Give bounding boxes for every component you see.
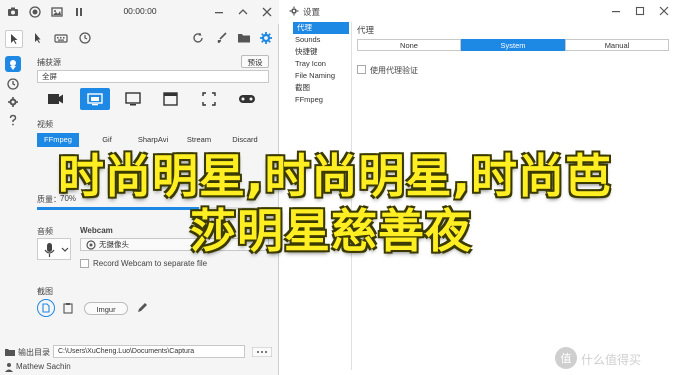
proxy-option-system[interactable]: System — [461, 39, 565, 51]
minimize-icon[interactable] — [212, 5, 226, 19]
watermark: 值 什么值得买 — [555, 343, 677, 373]
proxy-auth-label: 使用代理验证 — [370, 66, 418, 75]
pause-icon[interactable] — [72, 5, 86, 19]
region-source-button[interactable] — [194, 88, 224, 110]
webcam-source-button[interactable] — [40, 88, 70, 110]
overlay-banner: 时尚明星,时尚明星,时尚芭 莎明星慈善夜 — [58, 140, 620, 260]
watermark-text: 什么值得买 — [581, 353, 642, 367]
clipboard-icon[interactable] — [60, 300, 76, 316]
proxy-auth-checkbox[interactable] — [357, 65, 366, 74]
settings-title-bar: 设置 — [287, 0, 680, 22]
nav-item-tray-icon[interactable]: Tray Icon — [295, 58, 326, 70]
author-name[interactable]: Mathew Sachin — [16, 362, 71, 371]
timer-display: 00:00:00 — [123, 6, 157, 16]
keyboard-icon[interactable] — [53, 30, 69, 46]
status-bar: 输出目录 C:\Users\XuCheng.Luo\Documents\Capt… — [0, 343, 279, 375]
elapsed-icon[interactable] — [77, 30, 93, 46]
main-toolbar — [0, 26, 279, 52]
webcam-separate-checkbox[interactable] — [80, 259, 89, 268]
output-path-field[interactable]: C:\Users\XuCheng.Luo\Documents\Captura — [53, 345, 245, 358]
main-title-bar: 00:00:00 — [0, 0, 279, 24]
imgur-button[interactable]: Imgur — [84, 302, 128, 315]
capture-source-field[interactable]: 全屏 — [37, 70, 269, 83]
settings-close-icon[interactable] — [657, 4, 671, 18]
sidebar-item-settings[interactable] — [5, 94, 21, 110]
screenshot-icon[interactable] — [50, 5, 64, 19]
settings-maximize-icon[interactable] — [633, 4, 647, 18]
proxy-option-none[interactable]: None — [357, 39, 461, 51]
browse-folder-icon[interactable] — [252, 347, 272, 357]
camera-icon[interactable] — [6, 5, 20, 19]
proxy-section-title: 代理 — [357, 25, 375, 35]
settings-nav: 代理 Sounds 快捷键 Tray Icon File Naming 截图 F… — [287, 22, 349, 132]
preset-button[interactable]: 预设 — [241, 55, 269, 68]
settings-title: 设置 — [303, 7, 321, 17]
output-folder-icon — [4, 347, 16, 357]
settings-gear-icon — [289, 6, 299, 16]
refresh-icon[interactable] — [190, 30, 206, 46]
sidebar-item-home[interactable] — [5, 56, 21, 72]
sidebar-item-history[interactable] — [5, 76, 21, 92]
banner-line-2: 莎明星慈善夜 — [190, 204, 472, 258]
capture-source-label: 捕获源 — [37, 58, 61, 67]
video-label: 视频 — [37, 120, 53, 129]
close-icon[interactable] — [260, 5, 274, 19]
output-dir-label: 输出目录 — [18, 348, 50, 357]
folder-icon[interactable] — [236, 30, 252, 46]
proxy-settings-panel: 代理 None System Manual 使用代理验证 — [355, 22, 675, 102]
left-sidebar — [0, 52, 26, 352]
screenshot-label: 截图 — [37, 287, 53, 296]
svg-text:值: 值 — [561, 352, 572, 365]
nav-item-ffmpeg[interactable]: FFmpeg — [295, 94, 323, 106]
collapse-icon[interactable] — [236, 5, 250, 19]
nav-item-hotkeys[interactable]: 快捷键 — [295, 46, 318, 58]
screenshot-save-file-icon[interactable] — [37, 299, 55, 317]
mouse-click-icon[interactable] — [29, 30, 45, 46]
watermark-logo-icon: 值 — [555, 347, 577, 369]
gamepad-source-button[interactable] — [232, 88, 262, 110]
nav-item-proxy[interactable]: 代理 — [293, 22, 349, 34]
author-icon — [4, 362, 14, 372]
monitor-source-button[interactable] — [118, 88, 148, 110]
settings-minimize-icon[interactable] — [609, 4, 623, 18]
proxy-option-manual[interactable]: Manual — [565, 39, 669, 51]
gear-icon[interactable] — [258, 30, 274, 46]
pen-icon[interactable] — [134, 300, 150, 316]
sidebar-item-help[interactable] — [5, 112, 21, 128]
brush-icon[interactable] — [214, 30, 230, 46]
pointer-icon[interactable] — [5, 30, 23, 48]
record-icon[interactable] — [28, 5, 42, 19]
audio-label: 音频 — [37, 227, 53, 236]
nav-item-file-naming[interactable]: File Naming — [295, 70, 335, 82]
window-source-button[interactable] — [156, 88, 186, 110]
screen-source-button[interactable] — [80, 88, 110, 110]
nav-item-sounds[interactable]: Sounds — [295, 34, 320, 46]
nav-item-screenshot[interactable]: 截图 — [295, 82, 310, 94]
